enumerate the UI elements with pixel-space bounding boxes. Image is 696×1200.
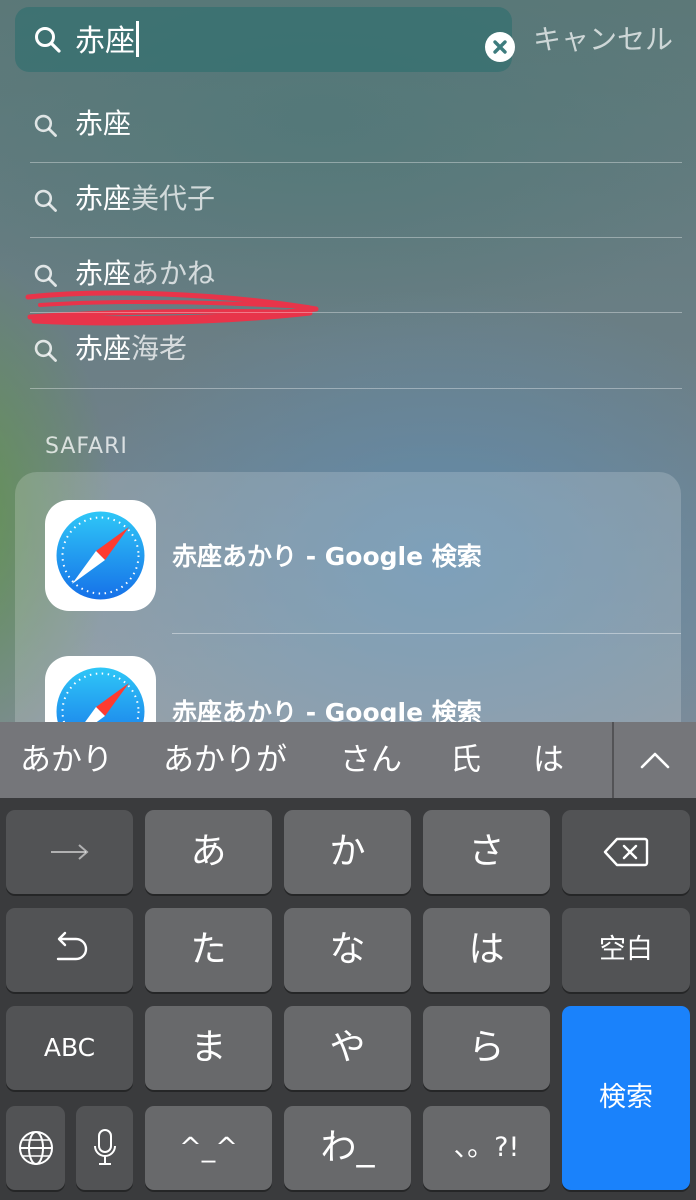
abc-key[interactable]: ABC — [6, 1006, 133, 1090]
key-label: 、。?! — [453, 1132, 520, 1163]
globe-icon — [18, 1131, 53, 1165]
undo-key[interactable] — [6, 908, 133, 992]
key-ra[interactable]: ら — [423, 1006, 550, 1090]
key-sa[interactable]: さ — [423, 810, 550, 894]
microphone-icon — [93, 1129, 116, 1165]
key-label: は — [468, 929, 505, 970]
space-key[interactable]: 空白 — [562, 908, 690, 992]
key-ta[interactable]: た — [145, 908, 272, 992]
suggestion-match: 赤座 — [75, 182, 132, 215]
search-icon — [34, 189, 57, 212]
microphone-key[interactable] — [76, 1106, 133, 1190]
key-label: ABC — [43, 1033, 96, 1062]
suggestion-rest: 海老 — [131, 332, 188, 365]
key-ya[interactable]: や — [284, 1006, 411, 1090]
chevron-up-icon — [640, 752, 670, 769]
suggestion-match: 赤座 — [75, 257, 132, 290]
suggestion-rest: あかね — [131, 257, 216, 290]
punctuation-key[interactable]: 、。?! — [423, 1106, 550, 1190]
key-label: 検索 — [599, 1082, 653, 1113]
search-query-value: 赤座 — [75, 24, 135, 59]
search-query-text: 赤座 — [75, 21, 139, 61]
delete-key[interactable] — [562, 810, 690, 894]
candidate-word[interactable]: あかり — [20, 740, 113, 780]
key-label: た — [190, 929, 227, 970]
key-label: さ — [468, 831, 505, 872]
candidate-word[interactable]: は — [533, 740, 564, 780]
key-a[interactable]: あ — [145, 810, 272, 894]
search-key[interactable]: 検索 — [562, 1006, 690, 1190]
search-icon — [34, 114, 57, 137]
candidate-word[interactable]: あかりが — [163, 740, 287, 780]
suggestion-match: 赤座 — [75, 332, 132, 365]
expand-candidates-button[interactable] — [614, 722, 696, 798]
key-ka[interactable]: か — [284, 810, 411, 894]
suggestion-item[interactable]: 赤座海老 — [0, 313, 696, 388]
key-label: わ_ — [320, 1127, 375, 1168]
key-wa[interactable]: わ_ — [284, 1106, 411, 1190]
clear-search-button[interactable] — [485, 32, 515, 62]
delete-icon — [603, 837, 649, 867]
suggestion-item[interactable]: 赤座美代子 — [0, 163, 696, 238]
text-caret — [136, 21, 139, 57]
key-ha[interactable]: は — [423, 908, 550, 992]
next-key[interactable] — [6, 810, 133, 894]
clear-icon — [493, 40, 507, 54]
cancel-button[interactable]: キャンセル — [533, 22, 673, 58]
candidate-bar: あかり あかりが さん 氏 は — [0, 722, 696, 798]
arrow-right-icon — [50, 844, 89, 860]
suggestion-match: 赤座 — [75, 107, 132, 140]
section-header-safari: SAFARI — [45, 434, 128, 459]
keyboard: あかり あかりが さん 氏 は あ か さ た な は 空白 ABC ま や ら… — [0, 722, 696, 1200]
undo-icon — [56, 931, 87, 961]
key-label: や — [329, 1027, 366, 1068]
key-label: 空白 — [599, 934, 653, 965]
globe-key[interactable] — [6, 1106, 65, 1190]
candidate-word[interactable]: 氏 — [450, 740, 481, 780]
search-icon — [35, 27, 61, 53]
suggestion-rest: 美代子 — [131, 182, 216, 215]
key-na[interactable]: な — [284, 908, 411, 992]
key-label: ^_^ — [179, 1132, 238, 1163]
search-input[interactable]: 赤座 — [15, 7, 515, 72]
key-ma[interactable]: ま — [145, 1006, 272, 1090]
key-label: か — [329, 831, 366, 872]
search-icon — [34, 264, 57, 287]
safari-compass-icon — [45, 500, 156, 611]
suggestion-item[interactable]: 赤座 — [0, 88, 696, 163]
key-label: ら — [468, 1027, 505, 1068]
key-label: な — [329, 929, 366, 970]
key-label: ま — [190, 1027, 227, 1068]
suggestion-text: 赤座 — [75, 106, 131, 142]
divider — [30, 388, 682, 389]
candidate-word[interactable]: さん — [340, 740, 402, 780]
search-icon — [34, 339, 57, 362]
key-area: あ か さ た な は 空白 ABC ま や ら 検索 ^_^ わ_ 、。?! — [0, 798, 696, 1200]
key-label: あ — [190, 831, 227, 872]
suggestion-text: 赤座海老 — [75, 331, 187, 367]
safari-result-title: 赤座あかり - Google 検索 — [172, 542, 482, 571]
safari-result-item[interactable]: 赤座あかり - Google 検索 — [15, 472, 681, 632]
suggestion-text: 赤座美代子 — [75, 181, 215, 217]
emoticon-key[interactable]: ^_^ — [145, 1106, 272, 1190]
